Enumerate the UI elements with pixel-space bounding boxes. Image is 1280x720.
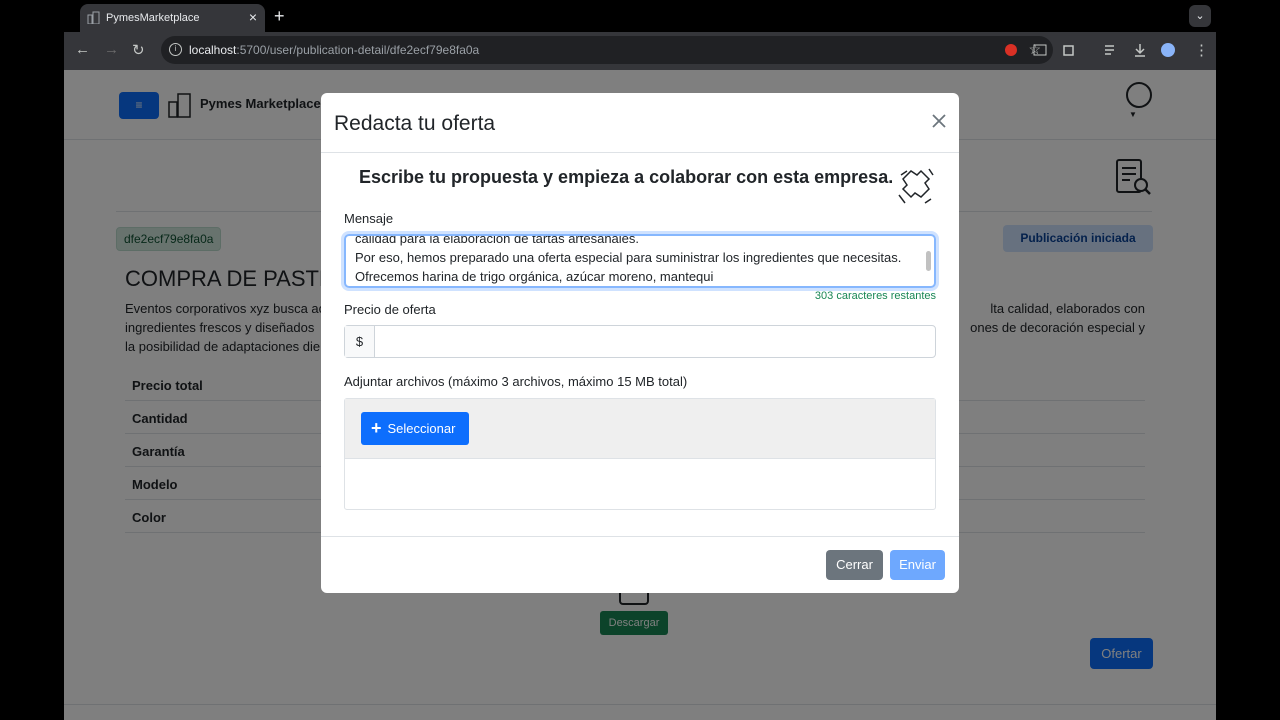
puzzle-hands-icon [898,168,934,204]
modal-footer: Cerrar Enviar [321,536,959,593]
tab-search-icon[interactable]: ⌄ [1189,5,1211,27]
modal-header: Redacta tu oferta [321,93,959,153]
forward-icon[interactable]: → [104,41,119,58]
file-upload: + Seleccionar [344,398,936,510]
message-text: calidad para la elaboración de tartas ar… [355,234,902,284]
close-tab-icon[interactable]: × [249,9,257,25]
upload-toolbar: + Seleccionar [345,399,935,459]
offer-modal: Redacta tu oferta Escribe tu propuesta y… [321,93,959,593]
browser-toolbar: ← → ↻ i localhost:5700/user/publication-… [64,32,1216,70]
url-path: :5700/user/publication-detail/dfe2ecf79e… [236,43,480,57]
address-bar[interactable]: i localhost:5700/user/publication-detail… [161,36,1053,64]
select-files-button[interactable]: + Seleccionar [361,412,469,445]
currency-prefix: $ [345,326,375,357]
browser-menu-icon[interactable]: ⋮ [1194,41,1209,59]
message-label: Mensaje [344,211,394,226]
extension-image-icon[interactable] [1033,43,1047,57]
profile-icon[interactable] [1161,43,1175,57]
browser-tab[interactable]: PymesMarketplace × [80,4,265,32]
send-button[interactable]: Enviar [890,550,945,580]
reload-icon[interactable]: ↻ [132,41,145,59]
close-icon[interactable] [930,112,948,130]
message-textarea[interactable]: calidad para la elaboración de tartas ar… [344,234,936,288]
close-button[interactable]: Cerrar [826,550,883,580]
modal-subtitle: Escribe tu propuesta y empieza a colabor… [359,167,894,187]
back-icon[interactable]: ← [75,41,90,58]
select-files-label: Seleccionar [387,421,456,436]
modal-title: Redacta tu oferta [334,112,496,135]
price-label: Precio de oferta [344,302,436,317]
site-info-icon[interactable]: i [169,43,182,56]
browser-tab-title: PymesMarketplace [106,12,200,24]
extensions-puzzle-icon[interactable] [1062,43,1076,57]
price-input-group: $ [344,325,936,358]
new-tab-icon[interactable]: + [274,6,285,27]
upload-dropzone[interactable] [345,460,935,509]
building-favicon-icon [87,11,100,24]
plus-icon: + [371,418,382,438]
extension-red-icon[interactable] [1004,43,1018,57]
textarea-scrollbar[interactable] [926,251,931,271]
price-input[interactable] [376,326,935,357]
chars-remaining: 303 caracteres restantes [814,290,936,302]
download-icon[interactable] [1133,43,1147,57]
attach-label: Adjuntar archivos (máximo 3 archivos, má… [344,374,688,389]
browser-tab-bar: PymesMarketplace × + ⌄ [0,0,1280,32]
media-queue-icon[interactable] [1104,43,1118,57]
url-host: localhost [189,43,237,57]
